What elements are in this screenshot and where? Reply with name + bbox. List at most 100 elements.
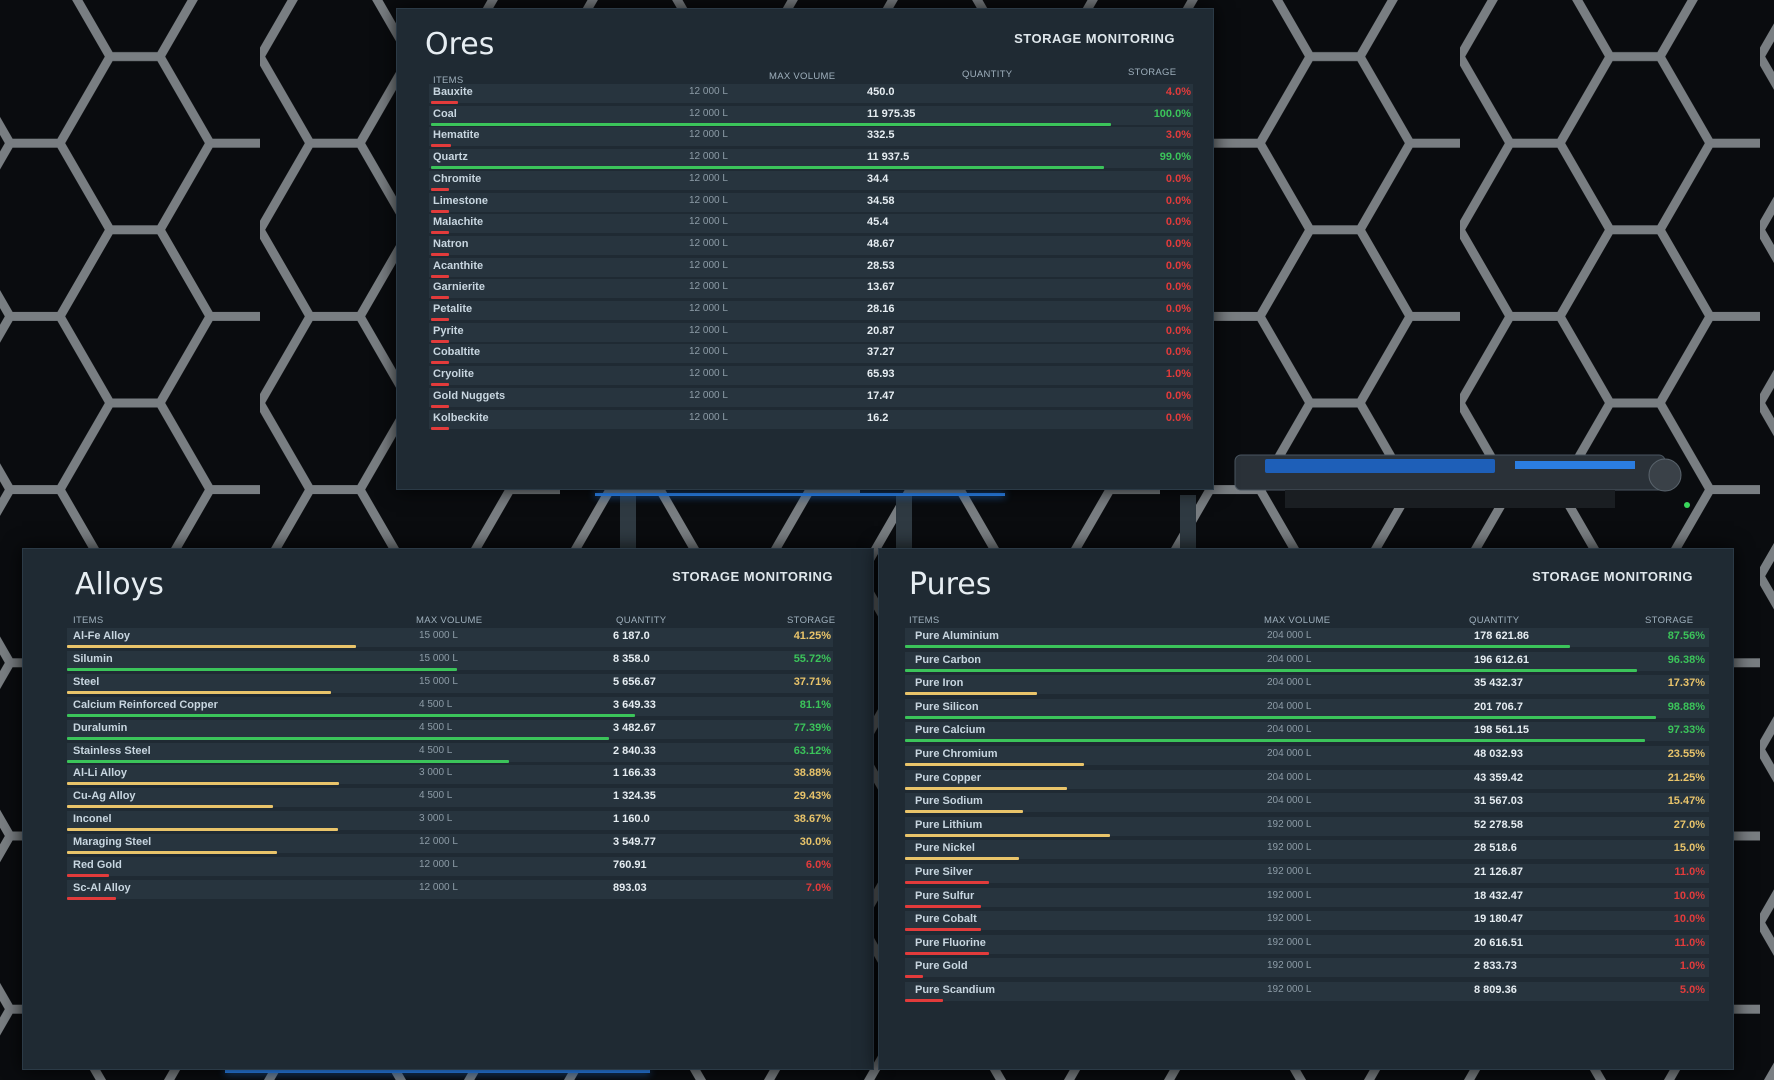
storage-fill-bar bbox=[431, 252, 449, 256]
max-volume-value: 192 000 L bbox=[1267, 889, 1312, 901]
storage-percent: 0.0% bbox=[1165, 216, 1191, 229]
storage-percent: 0.0% bbox=[1165, 172, 1191, 185]
quantity-value: 2 833.73 bbox=[1474, 960, 1517, 973]
item-name: Inconel bbox=[73, 813, 112, 826]
storage-fill-bar bbox=[905, 645, 1571, 648]
max-volume-value: 12 000 L bbox=[689, 281, 728, 293]
item-name: Gold Nuggets bbox=[433, 389, 506, 402]
quantity-value: 35 432.37 bbox=[1474, 677, 1523, 690]
storage-fill-bar bbox=[431, 101, 459, 104]
table-row: Cryolite 12 000 L 65.93 1.0% bbox=[397, 365, 1213, 387]
item-name: Hematite bbox=[433, 129, 480, 142]
storage-percent: 30.0% bbox=[799, 836, 831, 849]
table-row: Petalite 12 000 L 28.16 0.0% bbox=[397, 300, 1213, 321]
storage-fill-bar bbox=[431, 426, 449, 430]
storage-percent: 55.72% bbox=[793, 652, 831, 665]
quantity-value: 11 975.35 bbox=[867, 107, 916, 120]
row-background bbox=[429, 84, 1193, 103]
max-volume-value: 12 000 L bbox=[689, 324, 728, 336]
header-max-volume: MAX VOLUME bbox=[416, 615, 483, 626]
storage-percent: 23.55% bbox=[1667, 748, 1705, 760]
item-name: Al-Li Alloy bbox=[73, 767, 127, 780]
item-name: Pure Chromium bbox=[915, 748, 998, 760]
light-strip bbox=[595, 493, 1005, 496]
storage-percent: 0.0% bbox=[1165, 259, 1191, 272]
panel-title: Alloys bbox=[75, 567, 164, 602]
storage-percent: 15.0% bbox=[1673, 842, 1705, 855]
quantity-value: 893.03 bbox=[613, 881, 647, 894]
max-volume-value: 12 000 L bbox=[689, 194, 728, 206]
table-row: Limestone 12 000 L 34.58 0.0% bbox=[397, 192, 1213, 213]
quantity-value: 8 358.0 bbox=[613, 652, 650, 665]
max-volume-value: 12 000 L bbox=[689, 216, 728, 228]
storage-fill-bar bbox=[905, 881, 989, 884]
storage-percent: 11.0% bbox=[1674, 866, 1705, 878]
storage-fill-bar bbox=[67, 805, 273, 809]
storage-percent: 6.0% bbox=[805, 859, 831, 871]
header-quantity: QUANTITY bbox=[1469, 615, 1520, 626]
storage-fill-bar bbox=[905, 904, 981, 908]
quantity-value: 18 432.47 bbox=[1474, 889, 1523, 902]
item-name: Quartz bbox=[433, 151, 468, 164]
quantity-value: 28 518.6 bbox=[1474, 842, 1517, 855]
quantity-value: 21 126.87 bbox=[1474, 866, 1523, 878]
storage-percent: 5.0% bbox=[1679, 984, 1705, 996]
row-background bbox=[429, 257, 1193, 277]
row-background bbox=[429, 301, 1193, 320]
storage-fill-bar bbox=[905, 928, 981, 932]
max-volume-value: 15 000 L bbox=[419, 675, 458, 687]
item-name: Coal bbox=[433, 107, 457, 120]
header-items: ITEMS bbox=[909, 615, 940, 626]
storage-fill-bar bbox=[431, 187, 449, 191]
storage-fill-bar bbox=[431, 339, 449, 343]
item-name: Pure Lithium bbox=[915, 818, 983, 831]
quantity-value: 43 359.42 bbox=[1474, 771, 1523, 784]
storage-percent: 4.0% bbox=[1165, 86, 1191, 98]
item-name: Malachite bbox=[433, 216, 484, 229]
max-volume-value: 12 000 L bbox=[689, 411, 728, 423]
quantity-value: 37.27 bbox=[867, 346, 895, 359]
storage-percent: 98.88% bbox=[1667, 700, 1705, 713]
max-volume-value: 3 000 L bbox=[419, 767, 453, 779]
storage-fill-bar bbox=[905, 951, 989, 955]
storage-fill-bar bbox=[905, 857, 1019, 861]
item-name: Kolbeckite bbox=[433, 411, 489, 424]
max-volume-value: 12 000 L bbox=[419, 859, 458, 870]
max-volume-value: 204 000 L bbox=[1267, 630, 1312, 641]
table-row: Pure Copper 204 000 L 43 359.42 21.25% bbox=[879, 769, 1733, 790]
row-background bbox=[429, 105, 1193, 125]
row-background bbox=[429, 192, 1193, 212]
max-volume-value: 204 000 L bbox=[1267, 795, 1312, 807]
quantity-value: 3 649.33 bbox=[613, 698, 656, 711]
storage-fill-bar bbox=[67, 736, 609, 740]
panel-title: Pures bbox=[909, 567, 992, 602]
max-volume-value: 204 000 L bbox=[1267, 748, 1312, 759]
storage-percent: 15.47% bbox=[1667, 795, 1705, 808]
row-background bbox=[429, 409, 1193, 429]
table-row: Pure Fluorine 192 000 L 20 616.51 11.0% bbox=[879, 934, 1733, 955]
header-quantity: QUANTITY bbox=[616, 615, 667, 626]
item-name: Pure Sodium bbox=[915, 795, 983, 808]
max-volume-value: 12 000 L bbox=[689, 259, 728, 271]
storage-fill-bar bbox=[67, 896, 116, 900]
item-name: Bauxite bbox=[433, 86, 473, 98]
panel-subtitle: STORAGE MONITORING bbox=[1014, 31, 1175, 46]
storage-percent: 0.0% bbox=[1165, 237, 1191, 250]
item-name: Pure Copper bbox=[915, 771, 982, 784]
quantity-value: 196 612.61 bbox=[1474, 653, 1530, 666]
table-row: Pure Sodium 204 000 L 31 567.03 15.47% bbox=[879, 792, 1733, 814]
max-volume-value: 192 000 L bbox=[1267, 818, 1312, 830]
max-volume-value: 15 000 L bbox=[419, 630, 458, 641]
quantity-value: 1 324.35 bbox=[613, 790, 656, 803]
max-volume-value: 204 000 L bbox=[1267, 771, 1312, 783]
item-name: Cu-Ag Alloy bbox=[73, 790, 136, 803]
item-name: Calcium Reinforced Copper bbox=[73, 698, 218, 711]
item-name: Al-Fe Alloy bbox=[73, 630, 131, 642]
storage-percent: 41.25% bbox=[793, 630, 831, 642]
table-row: Natron 12 000 L 48.67 0.0% bbox=[397, 235, 1213, 256]
quantity-value: 8 809.36 bbox=[1474, 984, 1517, 996]
table-row: Pure Aluminium 204 000 L 178 621.86 87.56% bbox=[879, 627, 1733, 648]
storage-fill-bar bbox=[905, 692, 1037, 696]
table-row: Stainless Steel 4 500 L 2 840.33 63.12% bbox=[23, 742, 873, 763]
table-row: Kolbeckite 12 000 L 16.2 0.0% bbox=[397, 409, 1213, 430]
